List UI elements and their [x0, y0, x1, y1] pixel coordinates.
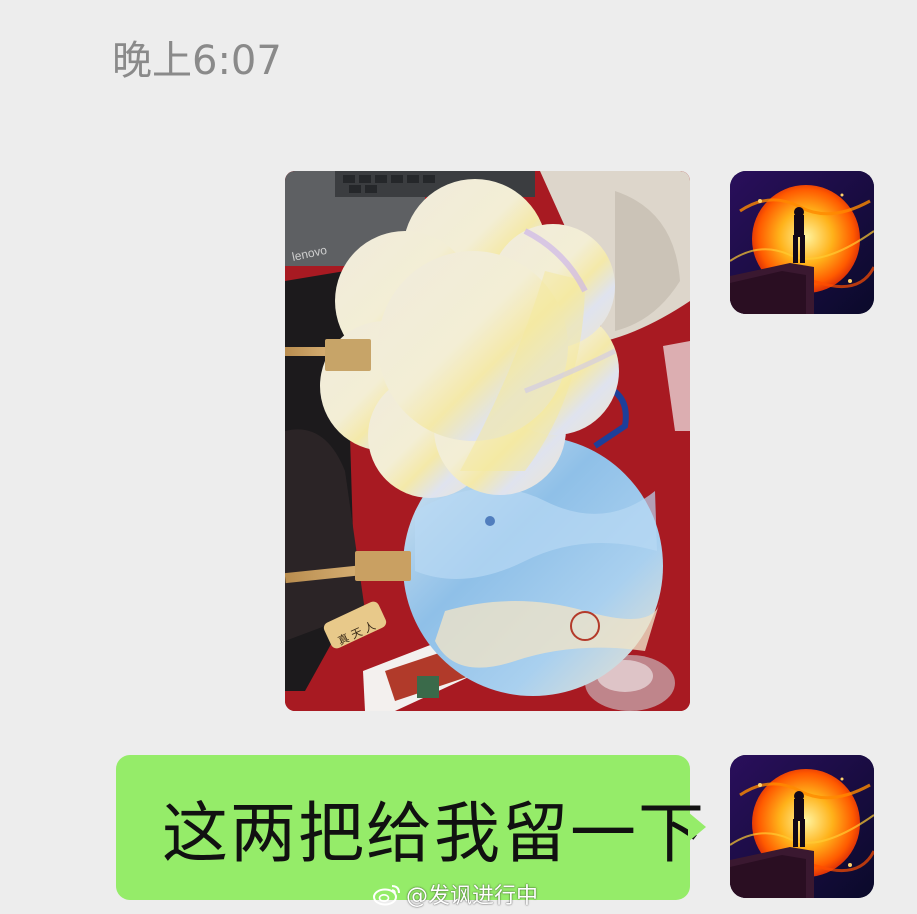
message-text: 这两把给我留一下: [162, 794, 706, 872]
chat-window: 晚上6:07 lenovo 真 天 人 这两把给我留一下 @发讽进行中: [0, 0, 917, 914]
watermark: @发讽进行中: [372, 878, 538, 910]
sender-avatar[interactable]: [730, 755, 874, 898]
weibo-icon: [373, 885, 400, 906]
watermark-text: @发讽进行中: [406, 884, 539, 909]
sender-avatar[interactable]: [730, 171, 874, 314]
bubble-tail: [688, 812, 706, 842]
image-message[interactable]: lenovo 真 天 人: [285, 171, 690, 711]
message-timestamp: 晚上6:07: [112, 38, 282, 84]
